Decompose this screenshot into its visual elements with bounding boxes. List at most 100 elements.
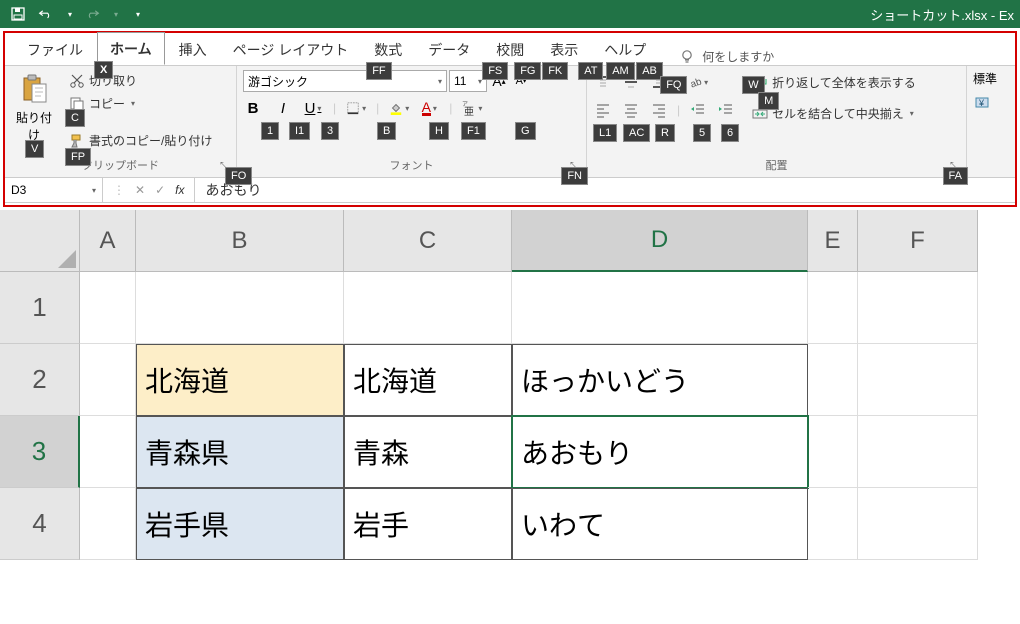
tab-home-label: ホーム: [110, 41, 152, 57]
increase-indent-button[interactable]: [716, 100, 736, 120]
cell-E3[interactable]: [808, 416, 858, 488]
cell-B4[interactable]: 岩手県: [136, 488, 344, 560]
qat-customize-icon[interactable]: ▾: [136, 10, 140, 19]
col-header-C[interactable]: C: [344, 210, 512, 272]
name-box[interactable]: D3 ▾: [5, 178, 103, 202]
cell-B1[interactable]: [136, 272, 344, 344]
cell-E2[interactable]: [808, 344, 858, 416]
align-left-button[interactable]: [593, 100, 613, 120]
keytip-fg: FG: [514, 62, 541, 80]
align-center-button[interactable]: [621, 100, 641, 120]
cell-C2[interactable]: 北海道: [344, 344, 512, 416]
cell-D3[interactable]: あおもり: [512, 416, 808, 488]
cell-A1[interactable]: [80, 272, 136, 344]
paste-button[interactable]: 貼り付け ▾ V: [11, 70, 57, 157]
fill-color-button[interactable]: ▾: [389, 98, 409, 118]
paintbrush-icon: [69, 133, 85, 149]
cell-A2[interactable]: [80, 344, 136, 416]
keytip-ff: FF: [366, 62, 391, 80]
chevron-down-icon: ▾: [92, 186, 96, 195]
tell-me[interactable]: 何をしますか FQ W: [680, 48, 774, 65]
cell-C1[interactable]: [344, 272, 512, 344]
cancel-icon[interactable]: ✕: [135, 183, 145, 197]
paste-label: 貼り付け: [11, 109, 57, 143]
chevron-down-icon: ▾: [438, 77, 442, 86]
redo-dropdown-icon[interactable]: ▾: [114, 10, 118, 19]
cell-A4[interactable]: [80, 488, 136, 560]
row-header-4[interactable]: 4: [0, 488, 80, 560]
undo-icon[interactable]: [38, 6, 54, 22]
col-header-D[interactable]: D: [512, 210, 808, 272]
merge-center-button[interactable]: セルを結合して中央揃え ▾ M: [748, 103, 920, 124]
cell-C4[interactable]: 岩手: [344, 488, 512, 560]
col-header-E[interactable]: E: [808, 210, 858, 272]
cell-A3[interactable]: [80, 416, 136, 488]
cell-B3[interactable]: 青森県: [136, 416, 344, 488]
tab-review[interactable]: 校閲 FS FG FK: [484, 34, 536, 65]
sheet-grid[interactable]: A B C D E F 1 2 北海道 北海道 ほっかいどう 3 青森県 青森 …: [0, 210, 1020, 560]
row-header-1[interactable]: 1: [0, 272, 80, 344]
undo-dropdown-icon[interactable]: ▾: [68, 10, 72, 19]
keytip-c: C: [65, 109, 85, 127]
number-format-label[interactable]: 標準: [973, 70, 1007, 87]
font-color-button[interactable]: A▾: [419, 98, 439, 118]
tab-file[interactable]: ファイル: [15, 34, 95, 65]
tab-view[interactable]: 表示: [538, 34, 590, 65]
format-painter-button[interactable]: 書式のコピー/貼り付け FP: [65, 130, 216, 151]
cell-B2[interactable]: 北海道: [136, 344, 344, 416]
font-name-value: 游ゴシック: [248, 73, 308, 90]
select-all-corner[interactable]: [0, 210, 80, 272]
cell-F2[interactable]: [858, 344, 978, 416]
cut-button[interactable]: 切り取り: [65, 70, 216, 91]
tab-formulas[interactable]: 数式 FF: [362, 34, 414, 65]
keytip-x: X: [94, 61, 113, 79]
borders-button[interactable]: ▾: [346, 98, 366, 118]
cell-D1[interactable]: [512, 272, 808, 344]
keytip-r: R: [655, 124, 675, 142]
save-icon[interactable]: [10, 6, 26, 22]
bold-button[interactable]: B: [243, 98, 263, 118]
align-right-button[interactable]: [649, 100, 669, 120]
currency-button[interactable]: ¥: [973, 93, 993, 113]
wrap-text-button[interactable]: abc 折り返して全体を表示する: [748, 72, 920, 93]
merge-dropdown-icon[interactable]: ▾: [910, 109, 914, 118]
cell-F4[interactable]: [858, 488, 978, 560]
tab-review-label: 校閲: [496, 42, 524, 58]
cell-D4[interactable]: いわて: [512, 488, 808, 560]
font-name-select[interactable]: 游ゴシック ▾: [243, 70, 447, 92]
tab-pagelayout[interactable]: ページ レイアウト: [221, 34, 361, 65]
tab-insert[interactable]: 挿入: [167, 34, 219, 65]
cell-F3[interactable]: [858, 416, 978, 488]
col-header-B[interactable]: B: [136, 210, 344, 272]
underline-button[interactable]: U▾: [303, 98, 323, 118]
enter-icon[interactable]: ✓: [155, 183, 165, 197]
group-number: 標準 ¥: [967, 66, 1013, 177]
copy-button[interactable]: コピー ▾ C: [65, 93, 216, 114]
keytip-1: 1: [261, 122, 279, 140]
decrease-indent-button[interactable]: [688, 100, 708, 120]
formula-bar: D3 ▾ ⋮ ✕ ✓ fx あおもり: [5, 177, 1015, 203]
col-header-F[interactable]: F: [858, 210, 978, 272]
orientation-button[interactable]: ab▾: [688, 72, 708, 92]
redo-icon[interactable]: [84, 6, 100, 22]
row-header-2[interactable]: 2: [0, 344, 80, 416]
ribbon: 貼り付け ▾ V 切り取り コピー ▾ C: [5, 65, 1015, 177]
formula-options-icon[interactable]: ⋮: [113, 183, 125, 197]
col-header-A[interactable]: A: [80, 210, 136, 272]
group-alignment-label: 配置: [593, 157, 960, 175]
cell-E4[interactable]: [808, 488, 858, 560]
tab-data[interactable]: データ: [416, 34, 482, 65]
phonetic-button[interactable]: ア亜▾: [462, 98, 482, 118]
keytip-fa: FA: [943, 167, 968, 185]
copy-dropdown-icon[interactable]: ▾: [131, 99, 135, 108]
fx-icon[interactable]: fx: [175, 183, 184, 197]
cell-F1[interactable]: [858, 272, 978, 344]
italic-button[interactable]: I: [273, 98, 293, 118]
cell-E1[interactable]: [808, 272, 858, 344]
keytip-3: 3: [321, 122, 339, 140]
cell-D2[interactable]: ほっかいどう: [512, 344, 808, 416]
row-header-3[interactable]: 3: [0, 416, 80, 488]
cell-C3[interactable]: 青森: [344, 416, 512, 488]
tab-help[interactable]: ヘルプ AT AM AB: [592, 34, 658, 65]
tab-home[interactable]: ホーム X: [97, 32, 165, 65]
